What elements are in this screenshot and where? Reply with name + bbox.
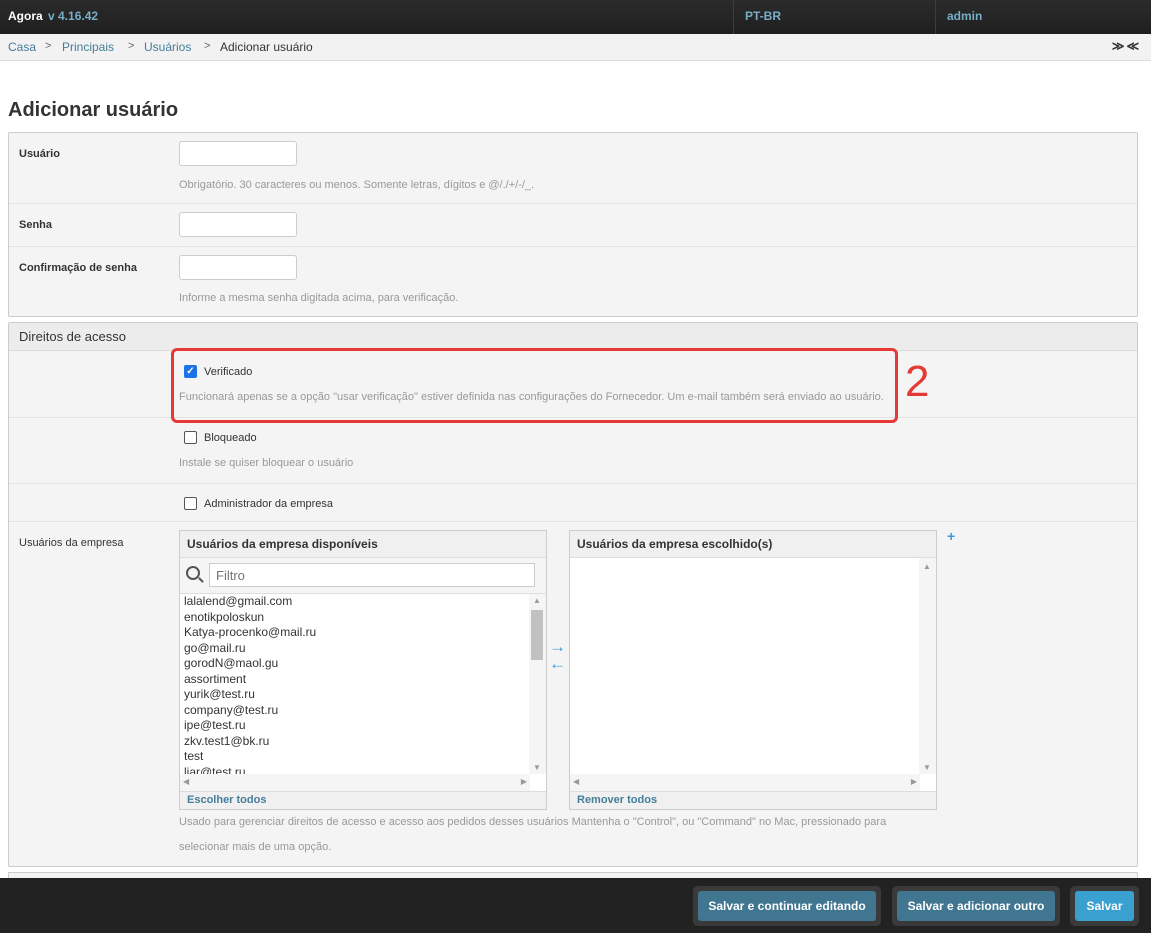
password-confirm-help: Informe a mesma senha digitada acima, pa…: [179, 292, 459, 304]
list-item[interactable]: lalalend@gmail.com: [180, 594, 530, 610]
header-divider: [935, 0, 936, 34]
chevron-right-icon: >: [204, 40, 211, 52]
list-item[interactable]: company@test.ru: [180, 703, 530, 719]
chosen-users-header: Usuários da empresa escolhido(s): [570, 531, 936, 558]
company-admin-label: Administrador da empresa: [204, 498, 334, 510]
credentials-fieldset: Usuário Obrigatório. 30 caracteres ou me…: [8, 132, 1138, 317]
header-divider: [733, 0, 734, 34]
available-users-title: Usuários da empresa disponíveis: [187, 537, 378, 551]
arrow-left-icon[interactable]: ←: [549, 655, 566, 672]
vertical-scrollbar[interactable]: ▲ ▼: [529, 594, 546, 774]
company-users-help-line2: selecionar mais de uma opção.: [179, 841, 332, 853]
password-confirm-label: Confirmação de senha: [19, 262, 137, 274]
move-arrows: → ←: [549, 638, 566, 672]
list-item[interactable]: Katya-procenko@mail.ru: [180, 625, 530, 641]
save-wrapper: Salvar: [1070, 886, 1139, 926]
chosen-users-list[interactable]: [570, 558, 920, 774]
list-item[interactable]: enotikpoloskun: [180, 610, 530, 626]
password-confirm-input[interactable]: [179, 255, 297, 280]
annotation-number: 2: [905, 357, 930, 406]
blocked-checkbox[interactable]: [184, 431, 197, 444]
collapse-expand-icon[interactable]: ≫≪: [1112, 39, 1141, 53]
filter-input[interactable]: [209, 563, 535, 587]
list-item[interactable]: assortiment: [180, 672, 530, 688]
company-admin-checkbox[interactable]: [184, 497, 197, 510]
scrollbar-thumb[interactable]: [531, 610, 543, 660]
app-version: v 4.16.42: [48, 9, 99, 23]
scroll-down-icon[interactable]: ▼: [923, 763, 931, 772]
remove-all-link[interactable]: Remover todos: [577, 794, 657, 806]
password-label: Senha: [19, 219, 53, 231]
username-help: Obrigatório. 30 caracteres ou menos. Som…: [179, 179, 535, 191]
access-rights-header: Direitos de acesso: [9, 323, 1137, 351]
breadcrumb-current: Adicionar usuário: [220, 40, 313, 54]
scroll-left-icon[interactable]: ◀: [183, 777, 189, 786]
save-continue-button[interactable]: Salvar e continuar editando: [698, 891, 876, 921]
chevron-right-icon: >: [45, 40, 52, 52]
access-rights-title: Direitos de acesso: [19, 329, 126, 344]
list-item[interactable]: zkv.test1@bk.ru: [180, 734, 530, 750]
chevron-right-icon: >: [128, 40, 135, 52]
chosen-users-title: Usuários da empresa escolhido(s): [577, 537, 773, 551]
breadcrumb-principal[interactable]: Principais: [62, 40, 114, 54]
breadcrumb-home[interactable]: Casa: [8, 40, 36, 54]
language-selector[interactable]: PT-BR: [745, 9, 781, 23]
list-item[interactable]: go@mail.ru: [180, 641, 530, 657]
company-users-help-line1: Usado para gerenciar direitos de acesso …: [179, 816, 887, 828]
available-users-list[interactable]: lalalend@gmail.com enotikpoloskun Katya-…: [180, 594, 530, 774]
blocked-label: Bloqueado: [204, 432, 257, 444]
vertical-scrollbar[interactable]: ▲ ▼: [919, 558, 936, 774]
username-row: Usuário Obrigatório. 30 caracteres ou me…: [9, 133, 1137, 204]
remove-all-bar: Remover todos: [570, 791, 936, 809]
arrow-right-icon[interactable]: →: [549, 638, 566, 655]
password-row: Senha: [9, 204, 1137, 247]
list-item[interactable]: ipe@test.ru: [180, 718, 530, 734]
list-item[interactable]: liar@test.ru: [180, 765, 530, 775]
filter-bar: [180, 558, 546, 594]
top-header: Agora v 4.16.42 PT-BR admin: [0, 0, 1151, 34]
save-continue-wrapper: Salvar e continuar editando: [693, 886, 881, 926]
user-menu[interactable]: admin: [947, 9, 982, 23]
breadcrumb-users[interactable]: Usuários: [144, 40, 191, 54]
password-input[interactable]: [179, 212, 297, 237]
breadcrumb: Casa > Principais > Usuários > Adicionar…: [0, 34, 1151, 61]
scroll-up-icon[interactable]: ▲: [923, 562, 931, 571]
choose-all-link[interactable]: Escolher todos: [187, 794, 266, 806]
password-confirm-row: Confirmação de senha Informe a mesma sen…: [9, 247, 1137, 317]
scroll-right-icon[interactable]: ▶: [521, 777, 527, 786]
scroll-down-icon[interactable]: ▼: [533, 763, 541, 772]
save-button[interactable]: Salvar: [1075, 891, 1134, 921]
chosen-users-box: Usuários da empresa escolhido(s) ▲ ▼ ◀ ▶…: [569, 530, 937, 810]
horizontal-scrollbar[interactable]: ◀ ▶: [180, 774, 530, 791]
save-add-another-wrapper: Salvar e adicionar outro: [892, 886, 1060, 926]
save-add-another-button[interactable]: Salvar e adicionar outro: [897, 891, 1055, 921]
page-title: Adicionar usuário: [8, 99, 179, 121]
annotation-highlight-box: [171, 348, 898, 423]
available-users-header: Usuários da empresa disponíveis: [180, 531, 546, 558]
add-icon[interactable]: +: [947, 528, 955, 544]
blocked-help: Instale se quiser bloquear o usuário: [179, 457, 354, 469]
list-item[interactable]: test: [180, 749, 530, 765]
company-admin-row: Administrador da empresa: [9, 484, 1137, 522]
scroll-up-icon[interactable]: ▲: [533, 596, 541, 605]
list-item[interactable]: gorodN@maol.gu: [180, 656, 530, 672]
scroll-right-icon[interactable]: ▶: [911, 777, 917, 786]
username-input[interactable]: [179, 141, 297, 166]
available-users-box: Usuários da empresa disponíveis lalalend…: [179, 530, 547, 810]
username-label: Usuário: [19, 148, 60, 160]
scroll-left-icon[interactable]: ◀: [573, 777, 579, 786]
brand-name[interactable]: Agora: [8, 9, 43, 23]
company-users-label: Usuários da empresa: [19, 537, 124, 549]
search-icon: [186, 566, 200, 580]
blocked-row: Bloqueado Instale se quiser bloquear o u…: [9, 418, 1137, 484]
choose-all-bar: Escolher todos: [180, 791, 546, 809]
list-item[interactable]: yurik@test.ru: [180, 687, 530, 703]
horizontal-scrollbar[interactable]: ◀ ▶: [570, 774, 920, 791]
